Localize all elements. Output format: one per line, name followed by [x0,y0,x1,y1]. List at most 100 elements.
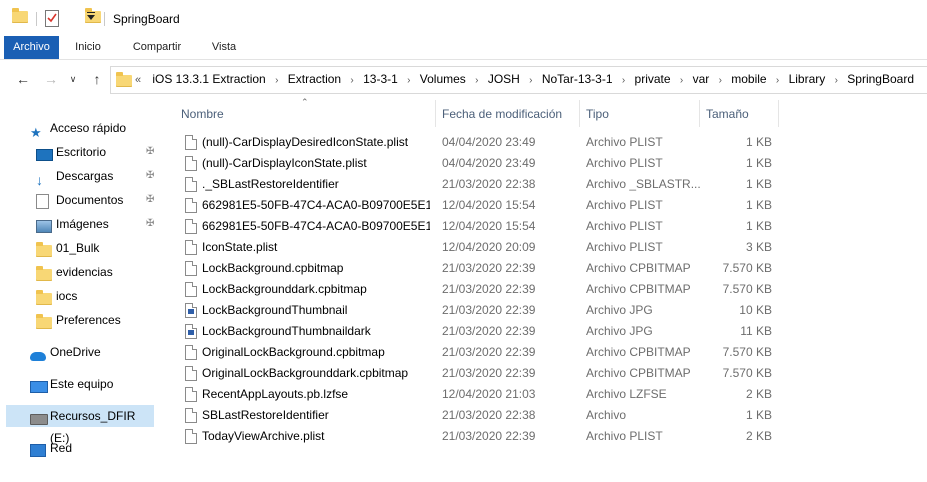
column-divider[interactable] [778,100,779,127]
sidebar-item[interactable]: Este equipo [0,373,166,395]
file-row[interactable]: OriginalLockBackgrounddark.cpbitmap 21/03… [173,363,927,384]
address-bar[interactable]: « iOS 13.3.1 Extraction › Extraction › 13-3-… [110,66,927,94]
customize-toolbar-icon[interactable] [87,12,95,20]
file-size: 1 KB [745,408,772,422]
file-row[interactable]: IconState.plist 12/04/2020 20:09 Archivo P… [173,237,927,258]
breadcrumb-item[interactable]: Volumes [420,67,466,92]
file-row[interactable]: ._SBLastRestoreIdentifier 21/03/2020 22:3… [173,174,927,195]
file-icon [185,135,197,150]
column-header-date[interactable]: Fecha de modificación [442,100,562,127]
tab-home[interactable]: Inicio [64,36,112,59]
file-size: 7.570 KB [722,345,772,359]
breadcrumb-item[interactable]: SpringBoard [847,67,914,92]
file-type: Archivo CPBITMAP [586,261,691,275]
file-row[interactable]: LockBackgroundThumbnail 21/03/2020 22:39 A… [173,300,927,321]
breadcrumb-item[interactable]: iOS 13.3.1 Extraction [152,67,265,92]
breadcrumb-chevron-icon[interactable]: › [520,68,542,93]
sidebar-item-label: evidencias [56,265,113,279]
file-type: Archivo JPG [586,303,653,317]
file-size: 10 KB [739,303,772,317]
breadcrumb-chevron-icon[interactable]: › [266,68,288,93]
sidebar-item[interactable]: evidencias [0,261,166,283]
breadcrumb-chevron-icon[interactable]: › [825,68,847,93]
file-date: 21/03/2020 22:39 [442,324,536,338]
file-icon [185,177,197,192]
file-date: 21/03/2020 22:39 [442,303,536,317]
column-header-size[interactable]: Tamaño [706,100,749,127]
file-name: IconState.plist [202,240,278,254]
file-type: Archivo JPG [586,324,653,338]
tab-view[interactable]: Vista [200,36,248,59]
pin-icon[interactable]: ✠ [146,141,154,163]
folder-icon [12,8,28,23]
file-size: 3 KB [745,240,772,254]
file-type: Archivo PLIST [586,156,663,170]
column-header-type[interactable]: Tipo [586,100,609,127]
file-size: 1 KB [745,219,772,233]
file-row[interactable]: LockBackgroundThumbnaildark 21/03/2020 22… [173,321,927,342]
tab-share[interactable]: Compartir [122,36,192,59]
file-row[interactable]: SBLastRestoreIdentifier 21/03/2020 22:38 A… [173,405,927,426]
file-date: 12/04/2020 20:09 [442,240,536,254]
pin-icon[interactable]: ✠ [146,189,154,211]
sidebar-item[interactable]: OneDrive [0,341,166,363]
file-date: 21/03/2020 22:39 [442,429,536,443]
breadcrumb-item[interactable]: 13-3-1 [363,67,398,92]
sidebar-item[interactable]: Preferences [0,309,166,331]
sidebar-item[interactable]: 01_Bulk [0,237,166,259]
file-row[interactable]: TodayViewArchive.plist 21/03/2020 22:39 Ar… [173,426,927,447]
file-row[interactable]: OriginalLockBackground.cpbitmap 21/03/202… [173,342,927,363]
sidebar-item[interactable]: Red [0,437,166,459]
breadcrumb-chevron-icon[interactable]: › [341,68,363,93]
file-row[interactable]: (null)-CarDisplayIconState.plist 04/04/20… [173,153,927,174]
breadcrumb-item[interactable]: Library [789,67,826,92]
breadcrumb-chevron-icon[interactable]: › [466,68,488,93]
file-name: SBLastRestoreIdentifier [202,408,329,422]
sidebar-item-label: OneDrive [50,345,101,359]
sidebar-item[interactable]: ↓ Descargas ✠ [0,165,166,187]
breadcrumb-item[interactable]: private [635,67,671,92]
tab-file[interactable]: Archivo [4,36,59,59]
breadcrumb-chevron-icon[interactable]: › [767,68,789,93]
breadcrumb-item[interactable]: mobile [731,67,766,92]
properties-icon[interactable] [45,10,59,27]
sidebar-item[interactable]: iocs [0,285,166,307]
breadcrumb-chevron-icon[interactable]: › [671,68,693,93]
forward-arrow-icon[interactable]: → [42,70,60,88]
breadcrumb-item[interactable]: JOSH [488,67,520,92]
file-row[interactable]: (null)-CarDisplayDesiredIconState.plist 0… [173,132,927,153]
file-row[interactable]: 662981E5-50FB-47C4-ACA0-B09700E5E1E... 12… [173,195,927,216]
breadcrumb-item[interactable]: Extraction [288,67,341,92]
up-arrow-icon[interactable]: ↑ [88,70,106,88]
file-row[interactable]: LockBackgrounddark.cpbitmap 21/03/2020 22… [173,279,927,300]
file-row[interactable]: 662981E5-50FB-47C4-ACA0-B09700E5E1E... 12… [173,216,927,237]
breadcrumb-overflow-icon[interactable]: « [135,68,149,93]
breadcrumb-item[interactable]: NoTar-13-3-1 [542,67,613,92]
file-row[interactable]: LockBackground.cpbitmap 21/03/2020 22:39 A… [173,258,927,279]
file-type: Archivo LZFSE [586,387,667,401]
back-arrow-icon[interactable]: ← [14,70,32,88]
breadcrumb-item[interactable]: var [693,67,710,92]
sidebar-item[interactable]: Recursos_DFIR (E:) [6,405,154,445]
column-divider[interactable] [699,100,700,127]
column-divider[interactable] [579,100,580,127]
breadcrumb-chevron-icon[interactable]: › [613,68,635,93]
sidebar-item[interactable]: Documentos ✠ [0,189,166,211]
sidebar-item[interactable]: ★ Acceso rápido [0,117,166,139]
column-divider[interactable] [435,100,436,127]
file-icon [185,240,197,255]
breadcrumb-chevron-icon[interactable]: › [398,68,420,93]
column-header-name[interactable]: Nombre [181,100,224,127]
file-size: 1 KB [745,156,772,170]
pin-icon[interactable]: ✠ [146,165,154,187]
file-name: LockBackgroundThumbnaildark [202,324,371,338]
recent-locations-chevron-icon[interactable]: ∨ [64,70,82,88]
breadcrumb-chevron-icon[interactable]: › [709,68,731,93]
pin-icon[interactable]: ✠ [146,213,154,235]
sidebar-item-label: Red [50,441,73,455]
sidebar-item[interactable]: Imágenes ✠ [0,213,166,235]
sidebar-item-label: iocs [56,289,78,303]
file-row[interactable]: RecentAppLayouts.pb.lzfse 12/04/2020 21:0… [173,384,927,405]
sidebar-item[interactable]: Escritorio ✠ [0,141,166,163]
file-name: RecentAppLayouts.pb.lzfse [202,387,349,401]
